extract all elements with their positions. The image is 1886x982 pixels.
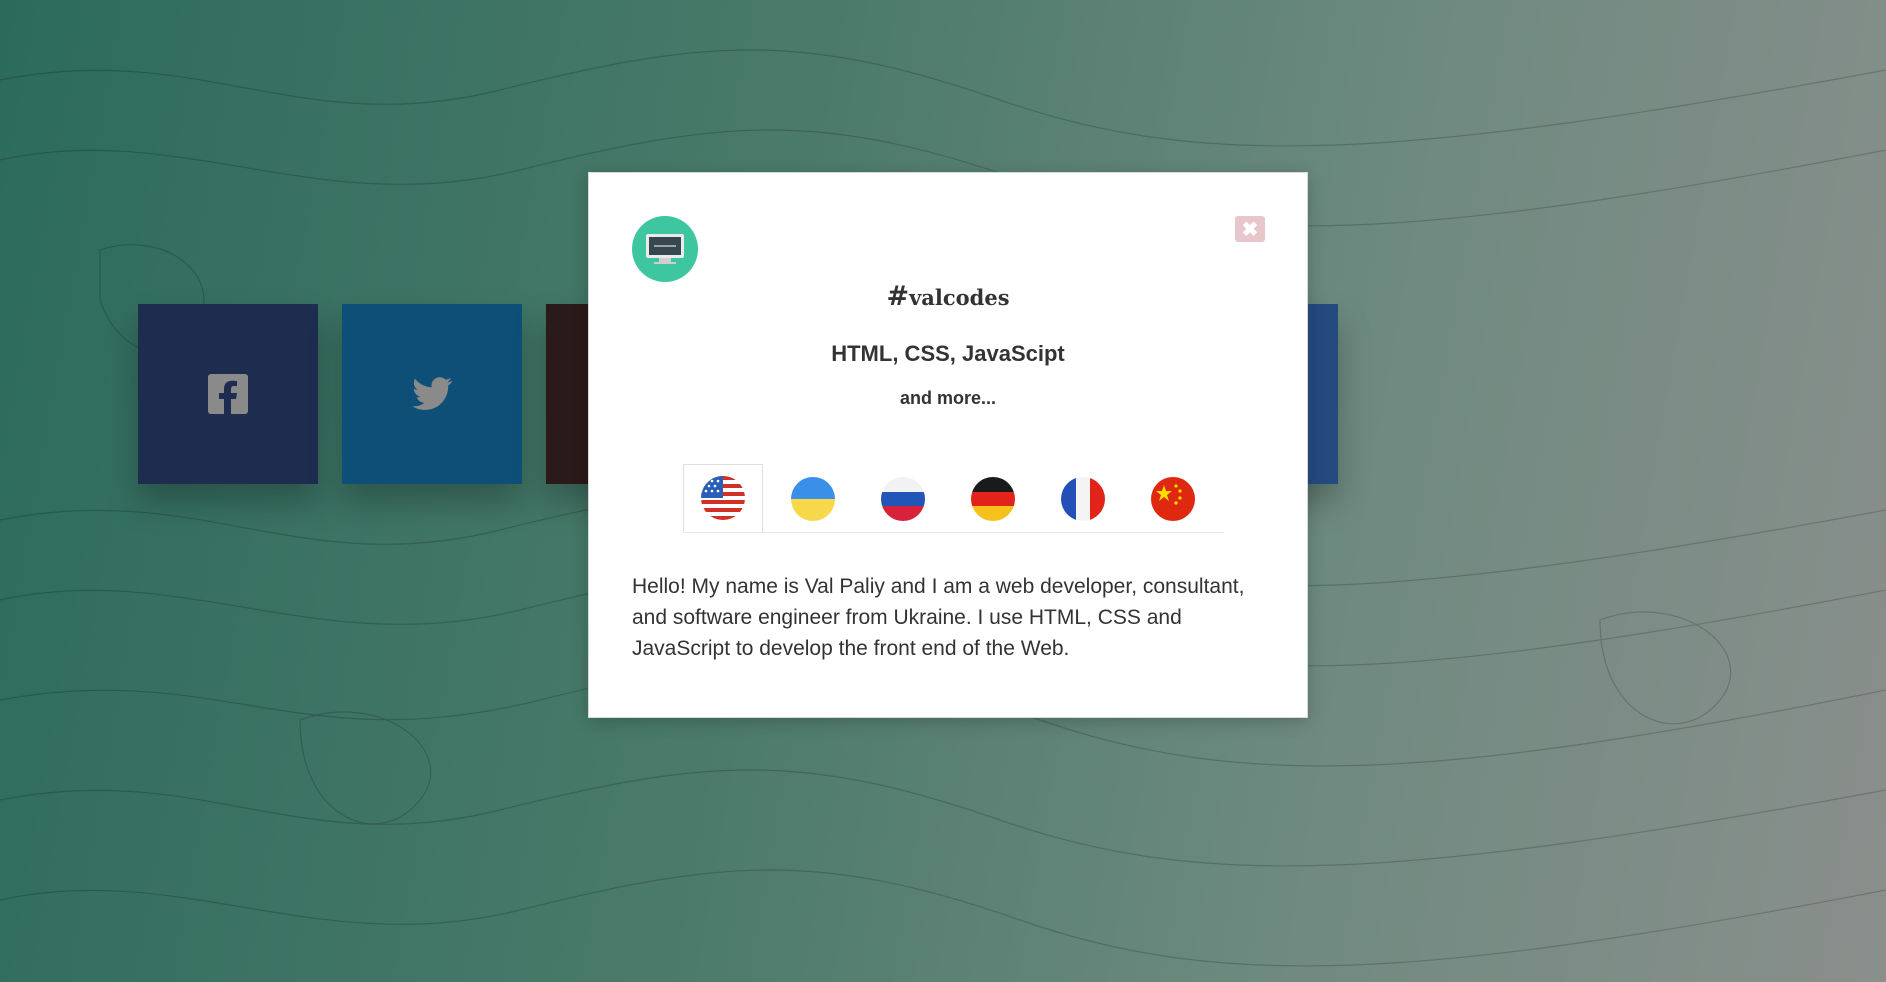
us-flag-icon xyxy=(701,476,745,520)
twitter-tile[interactable] xyxy=(342,304,522,484)
tab-lang-zh[interactable] xyxy=(1133,464,1213,532)
monitor-icon xyxy=(646,234,684,264)
facebook-tile[interactable] xyxy=(138,304,318,484)
facebook-icon xyxy=(208,374,248,414)
ukraine-flag-icon xyxy=(791,476,835,521)
tab-lang-fr[interactable] xyxy=(1043,464,1123,532)
valcodes-logo xyxy=(632,216,698,282)
russia-flag-icon xyxy=(881,476,925,521)
twitter-icon xyxy=(412,377,453,410)
germany-flag-icon xyxy=(971,476,1015,521)
close-button[interactable]: ✖ xyxy=(1235,216,1265,242)
language-tabs xyxy=(683,464,1223,533)
france-flag-icon xyxy=(1061,476,1105,521)
tab-lang-de[interactable] xyxy=(953,464,1033,532)
tab-lang-uk[interactable] xyxy=(773,464,853,532)
skills-subtitle: HTML, CSS, JavaScipt xyxy=(831,341,1065,366)
more-text: and more... xyxy=(899,388,997,408)
tab-lang-ru[interactable] xyxy=(863,464,943,532)
bio-text: Hello! My name is Val Paliy and I am a w… xyxy=(632,575,1245,660)
tab-lang-en[interactable] xyxy=(683,464,763,532)
china-flag-icon xyxy=(1151,476,1195,521)
about-modal: ✖ #valcodes HTML, CSS, JavaScipt and mor… xyxy=(588,172,1308,718)
brand-title: #valcodes xyxy=(886,281,1010,312)
